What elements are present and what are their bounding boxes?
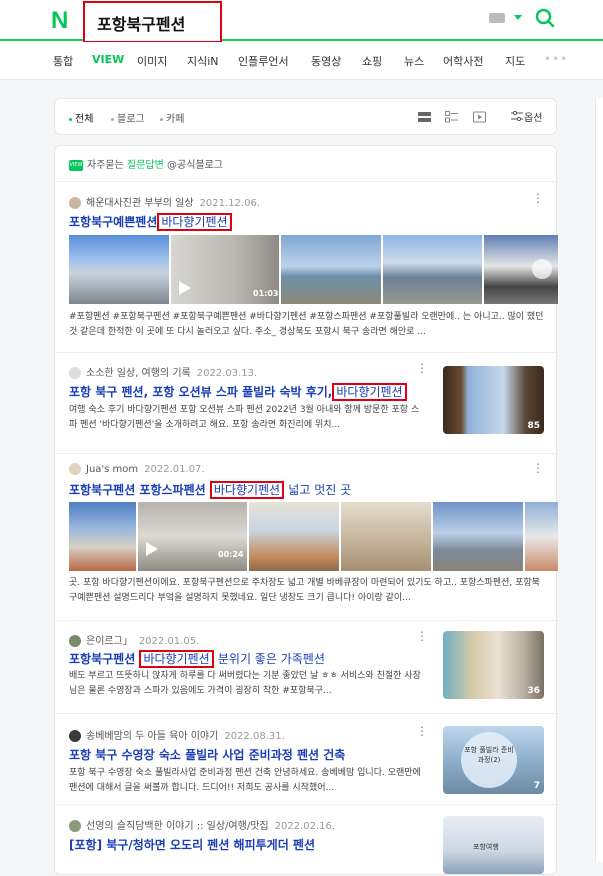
post-image[interactable]: [341, 502, 431, 571]
post-thumbnail[interactable]: 포항 풀빌라 준비 과정(2) 7: [443, 726, 544, 794]
post-author[interactable]: Jua's mom 2022.01.07.: [69, 463, 205, 475]
more-options-icon[interactable]: ⋮: [532, 461, 544, 475]
post-video[interactable]: 00:24: [138, 502, 247, 571]
post-author[interactable]: 소소한 일상, 여행의 기록 2022.03.13.: [69, 364, 257, 379]
thumbnail-caption: 포항여행: [473, 843, 499, 851]
post-title-link[interactable]: 포항북구예쁜펜션 바다향기펜션: [69, 213, 232, 231]
post-title-link[interactable]: [포항] 북구/청하면 오도리 펜션 해피투게더 펜션: [69, 836, 315, 853]
filter-all[interactable]: 전체: [69, 110, 93, 125]
search-query-text: 포항북구펜션: [97, 15, 186, 34]
more-options-icon[interactable]: ⋮: [532, 191, 544, 205]
image-strip[interactable]: 00:24: [69, 502, 558, 571]
post-snippet: 여행 숙소 후기 바다향기펜션 포항 오션뷰 스파 펜션 2022년 3월 아내…: [69, 405, 420, 430]
result-post: 은이르그」 2022.01.05. ⋮ 포항북구펜션 바다향기펜션 분위기 좋은 …: [55, 620, 558, 712]
image-count: 85: [527, 421, 540, 431]
video-view-icon[interactable]: [473, 111, 486, 123]
post-author[interactable]: 선영의 슬직담백한 이야기 :: 일상/여행/맛집 2022.02.16.: [69, 817, 335, 832]
result-post: Jua's mom 2022.01.07. ⋮ 포항북구펜션 포항스파펜션 바다향…: [55, 453, 558, 619]
post-author[interactable]: 해운대사진관 부부의 일상 2021.12.06.: [69, 194, 260, 209]
tab-shopping[interactable]: 쇼핑: [362, 53, 382, 69]
filter-blog[interactable]: 블로그: [111, 110, 145, 125]
keyboard-icon[interactable]: [489, 13, 505, 23]
post-image[interactable]: [249, 502, 339, 571]
post-snippet: 곳. 포항 바다향기펜션이에요. 포항북구펜션으로 주차장도 넓고 개별 바베큐…: [69, 578, 540, 603]
post-snippet: 포항 북구 수영장 숙소 풀빌라사업 준비과정 펜션 건축 안녕하세요. 송베베…: [69, 768, 421, 793]
post-image[interactable]: [69, 502, 136, 571]
play-icon[interactable]: [175, 279, 193, 297]
image-count: 7: [533, 781, 540, 791]
tab-view[interactable]: VIEW: [92, 53, 124, 66]
post-thumbnail[interactable]: 36: [443, 631, 544, 699]
chevron-down-icon[interactable]: [514, 15, 522, 20]
search-icon[interactable]: [535, 8, 555, 28]
list-view-icon[interactable]: [418, 111, 431, 123]
thumbnail-caption: 포항 풀빌라 준비 과정(2): [461, 732, 517, 788]
more-tabs-icon[interactable]: •••: [544, 52, 568, 66]
faq-header[interactable]: VIEW 자주묻는 질문답변 @공식블로그: [69, 156, 223, 171]
tab-image[interactable]: 이미지: [137, 53, 167, 69]
tab-influencer[interactable]: 인플루언서: [238, 53, 289, 69]
play-icon[interactable]: [142, 540, 160, 558]
post-title-link[interactable]: 포항 북구 수영장 숙소 풀빌라 사업 준비과정 펜션 건축: [69, 746, 345, 763]
post-thumbnail[interactable]: 포항여행: [443, 816, 544, 874]
tab-video[interactable]: 동영상: [311, 53, 341, 69]
video-duration: 01:03: [253, 289, 279, 298]
avatar: [69, 463, 81, 475]
post-image[interactable]: [484, 235, 558, 304]
view-filter-bar: 전체 블로그 카페 옵션: [54, 98, 557, 135]
search-input[interactable]: 포항북구펜션: [83, 1, 222, 43]
result-post: 송베베맘의 두 아들 육아 이야기 2022.08.31. ⋮ 포항 북구 수영장…: [55, 713, 558, 803]
post-image[interactable]: [525, 502, 558, 571]
more-options-icon[interactable]: ⋮: [416, 724, 428, 738]
post-snippet: #포항펜션 #포항북구펜션 #포항북구예쁜펜션 #바다향기펜션 #포항스파펜션 …: [69, 312, 544, 337]
post-title-link[interactable]: 포항 북구 펜션, 포항 오션뷰 스파 풀빌라 숙박 후기, 바다향기펜션: [69, 383, 407, 401]
more-options-icon[interactable]: ⋮: [416, 361, 428, 375]
view-badge-icon: VIEW: [69, 159, 83, 171]
result-post: 해운대사진관 부부의 일상 2021.12.06. ⋮ 포항북구예쁜펜션 바다향기펜…: [55, 181, 558, 351]
avatar: [69, 730, 81, 742]
post-author[interactable]: 은이르그」 2022.01.05.: [69, 632, 199, 647]
image-strip[interactable]: 01:03: [69, 235, 558, 304]
image-count: 36: [527, 686, 540, 696]
avatar: [69, 635, 81, 647]
post-video[interactable]: 01:03: [171, 235, 279, 304]
post-snippet: 배도 부르고 뜨뜻하니 앉자게 하루를 다 써버렸다는 기분 좋았던 날 ㅎㅎ …: [69, 671, 421, 696]
post-title-link[interactable]: 포항북구펜션 포항스파펜션 바다향기펜션 넓고 멋진 곳: [69, 481, 351, 499]
avatar: [69, 820, 81, 832]
post-thumbnail[interactable]: 85: [443, 366, 544, 434]
options-button[interactable]: 옵션: [524, 109, 542, 124]
post-image[interactable]: [433, 502, 523, 571]
result-post: 선영의 슬직담백한 이야기 :: 일상/여행/맛집 2022.02.16. [포항…: [55, 804, 558, 876]
post-image[interactable]: [69, 235, 169, 304]
top-search-bar: N 포항북구펜션: [0, 0, 603, 43]
search-tabs: 통합 VIEW 이미지 지식iN 인플루언서 동영상 쇼핑 뉴스 어학사전 지도…: [0, 42, 603, 80]
right-rail: [595, 98, 603, 862]
chevron-right-icon[interactable]: [532, 259, 552, 279]
tab-integrated[interactable]: 통합: [53, 53, 73, 69]
options-icon[interactable]: [511, 110, 523, 122]
tab-kin[interactable]: 지식iN: [187, 53, 219, 69]
post-author[interactable]: 송베베맘의 두 아들 육아 이야기 2022.08.31.: [69, 727, 285, 742]
filter-cafe[interactable]: 카페: [160, 110, 184, 125]
video-duration: 00:24: [218, 550, 244, 559]
tab-news[interactable]: 뉴스: [404, 53, 424, 69]
naver-logo[interactable]: N: [51, 7, 68, 35]
tab-map[interactable]: 지도: [505, 53, 525, 69]
post-image[interactable]: [383, 235, 482, 304]
post-title-link[interactable]: 포항북구펜션 바다향기펜션 분위기 좋은 가족펜션: [69, 650, 325, 668]
avatar: [69, 367, 81, 379]
tab-dictionary[interactable]: 어학사전: [443, 53, 483, 69]
view-results-card: VIEW 자주묻는 질문답변 @공식블로그 해운대사진관 부부의 일상 2021.1…: [54, 145, 558, 876]
result-post: 소소한 일상, 여행의 기록 2022.03.13. ⋮ 포항 북구 펜션, 포항…: [55, 352, 558, 452]
more-options-icon[interactable]: ⋮: [416, 629, 428, 643]
post-image[interactable]: [281, 235, 381, 304]
avatar: [69, 197, 81, 209]
detail-view-icon[interactable]: [445, 111, 458, 123]
